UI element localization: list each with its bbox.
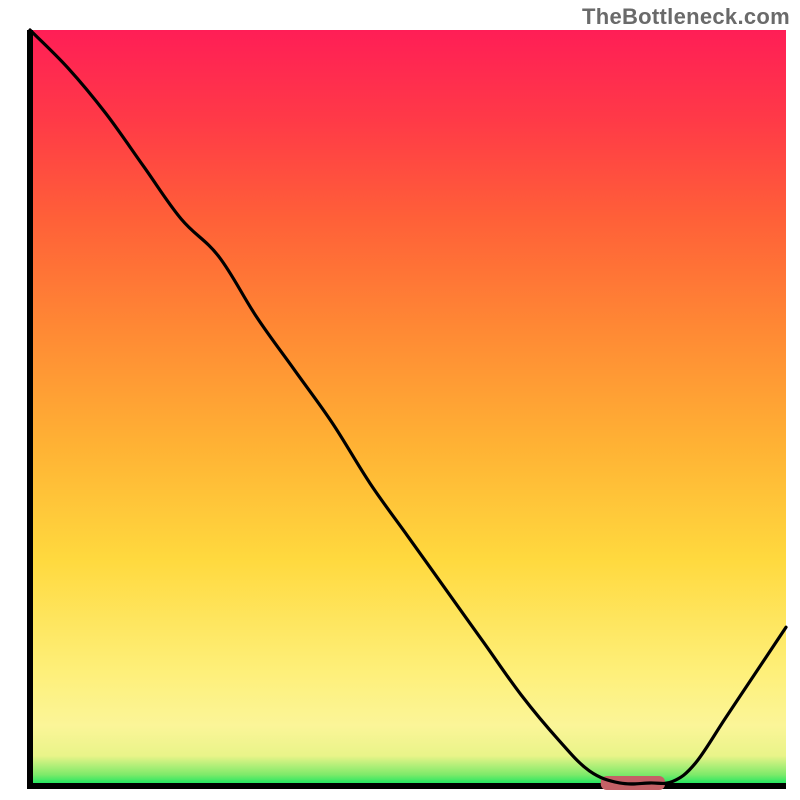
plot-background: [30, 30, 786, 786]
bottleneck-chart: [0, 0, 800, 800]
attribution-label: TheBottleneck.com: [582, 4, 790, 30]
chart-frame: { "attribution": "TheBottleneck.com", "c…: [0, 0, 800, 800]
